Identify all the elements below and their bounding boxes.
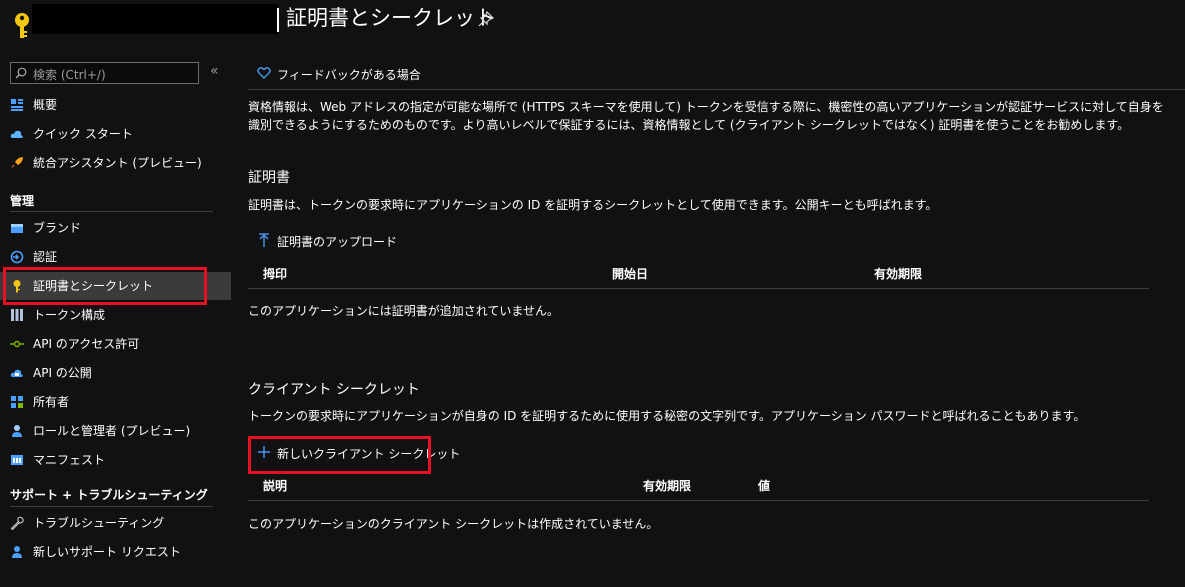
sidebar-item-label: 概要 (33, 98, 58, 112)
roles-icon (12, 425, 22, 437)
cloud-icon (10, 130, 23, 138)
sidebar-item-label: 新しいサポート リクエスト (33, 545, 181, 559)
divider (248, 89, 1185, 90)
client-secrets-empty-message: このアプリケーションのクライアント シークレットは作成されていません。 (248, 517, 659, 531)
sidebar-item-label: 認証 (33, 250, 58, 264)
page-title: 証明書とシークレット (286, 6, 496, 30)
table-divider (248, 500, 1149, 501)
sidebar-item-integration-assistant[interactable]: 統合アシスタント (プレビュー) (0, 149, 231, 177)
sidebar-item-label: トラブルシューティング (33, 516, 165, 530)
certificates-empty-message: このアプリケーションには証明書が追加されていません。 (248, 304, 560, 318)
client-secrets-description: トークンの要求時にアプリケーションが自身の ID を証明するために使用する秘密の… (248, 409, 1086, 423)
search-icon (15, 67, 27, 79)
table-divider (248, 288, 1149, 289)
sidebar-item-overview[interactable]: 概要 (0, 91, 231, 119)
sidebar-item-label: トークン構成 (33, 308, 106, 322)
wrench-icon (10, 516, 24, 530)
api-permissions-icon (10, 340, 24, 348)
sidebar-item-label: マニフェスト (33, 453, 106, 467)
header: 証明書とシークレット (0, 0, 1185, 48)
sidebar-item-label: ロールと管理者 (プレビュー) (33, 424, 191, 438)
search-placeholder: 検索 (Ctrl+/) (33, 68, 106, 82)
title-separator (277, 8, 279, 32)
sidebar-item-label: 統合アシスタント (プレビュー) (33, 156, 202, 170)
manifest-icon (11, 455, 23, 465)
sidebar-item-branding[interactable]: ブランド (0, 214, 231, 242)
pin-icon[interactable] (478, 11, 494, 27)
certificates-description: 証明書は、トークンの要求時にアプリケーションの ID を証明するシークレットとし… (248, 198, 938, 212)
support-person-icon (12, 546, 22, 558)
sidebar-item-label: 所有者 (33, 395, 70, 409)
key-icon (15, 13, 29, 38)
feedback-label: フィードバックがある場合 (277, 68, 421, 82)
sidebar-item-label: ブランド (33, 221, 82, 235)
client-secrets-title: クライアント シークレット (248, 382, 420, 398)
heart-icon (257, 67, 271, 79)
redacted-app-name (32, 4, 278, 34)
column-description[interactable]: 説明 (263, 477, 287, 494)
sidebar-item-manifest[interactable]: マニフェスト (0, 446, 231, 474)
intro-text: 資格情報は、Web アドレスの指定が可能な場所で (HTTPS スキーマを使用し… (248, 100, 1164, 132)
sidebar-item-new-support-request[interactable]: 新しいサポート リクエスト (0, 538, 231, 566)
certificates-title: 証明書 (248, 170, 290, 186)
branding-icon (11, 224, 23, 233)
sidebar-item-label: クイック スタート (33, 127, 133, 141)
overview-icon (11, 99, 23, 111)
sidebar-item-troubleshooting[interactable]: トラブルシューティング (0, 509, 231, 537)
highlight-annotation (248, 436, 431, 474)
column-thumbprint[interactable]: 拇印 (263, 265, 287, 282)
token-icon (11, 309, 23, 321)
sidebar-item-token-configuration[interactable]: トークン構成 (0, 301, 231, 329)
search-input[interactable]: 検索 (Ctrl+/) (10, 62, 199, 84)
main-content: フィードバックがある場合 資格情報は、Web アドレスの指定が可能な場所で (H… (248, 48, 1185, 587)
support-heading: サポート + トラブルシューティング (10, 488, 208, 502)
section-divider (10, 211, 213, 212)
column-expires[interactable]: 有効期限 (874, 265, 922, 282)
collapse-sidebar-button[interactable]: « (210, 63, 219, 79)
rocket-icon (11, 157, 23, 169)
sidebar-item-api-permissions[interactable]: API のアクセス許可 (0, 330, 231, 358)
owners-icon (11, 396, 23, 408)
sidebar: 検索 (Ctrl+/) « 概要 クイック スタート 統合アシスタント (プレビ… (0, 48, 238, 587)
sidebar-item-expose-api[interactable]: API の公開 (0, 359, 231, 387)
section-divider (10, 506, 213, 507)
column-value[interactable]: 値 (758, 477, 770, 494)
authentication-icon (10, 250, 24, 264)
sidebar-item-roles-administrators[interactable]: ロールと管理者 (プレビュー) (0, 417, 231, 445)
sidebar-item-label: API の公開 (33, 366, 92, 380)
upload-icon (259, 233, 269, 247)
sidebar-item-owners[interactable]: 所有者 (0, 388, 231, 416)
column-start-date[interactable]: 開始日 (612, 265, 648, 282)
sidebar-item-quickstart[interactable]: クイック スタート (0, 120, 231, 148)
highlight-annotation (3, 267, 207, 305)
expose-api-icon (10, 369, 23, 377)
column-expires[interactable]: 有効期限 (643, 477, 691, 494)
sidebar-item-label: API のアクセス許可 (33, 337, 140, 351)
upload-certificate-label: 証明書のアップロード (277, 235, 398, 249)
manage-heading: 管理 (10, 194, 35, 208)
